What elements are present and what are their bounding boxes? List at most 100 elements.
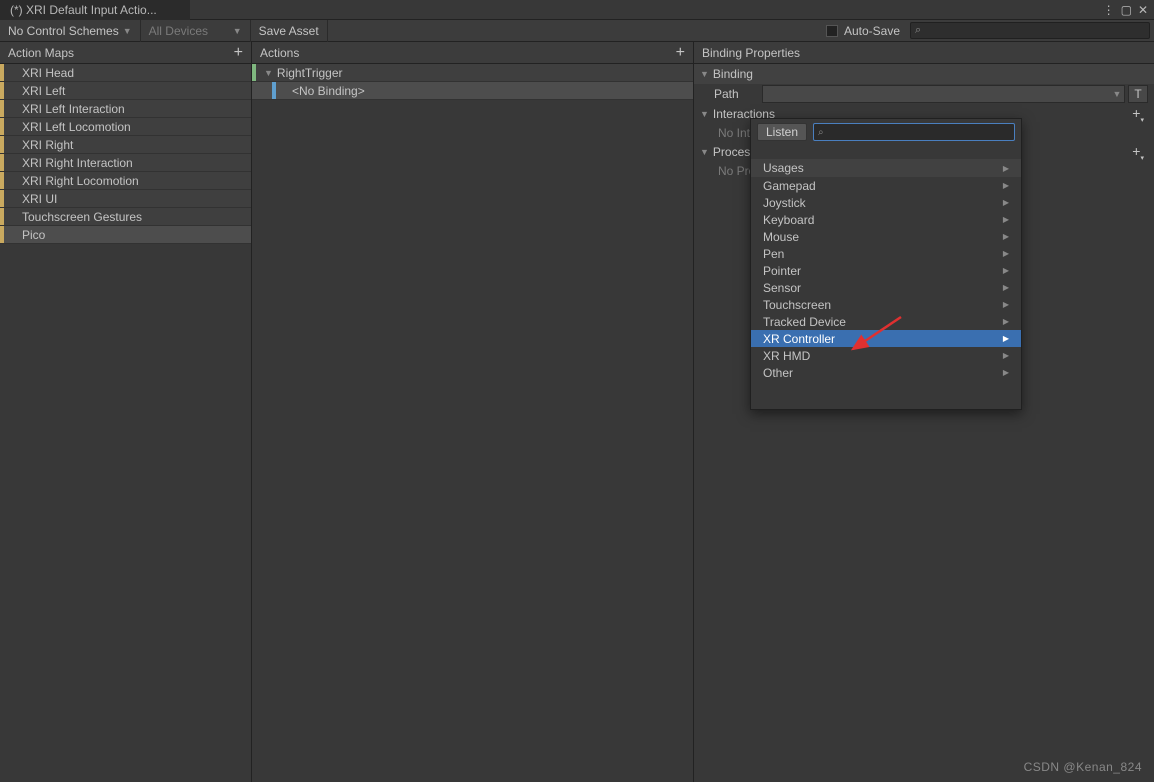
path-picker-dropdown: Listen ⌕ Usages ▶ Gamepad▶Joystick▶Keybo… xyxy=(750,118,1022,410)
save-asset-label: Save Asset xyxy=(259,24,319,38)
control-schemes-dropdown[interactable]: No Control Schemes ▼ xyxy=(0,20,141,42)
actions-header: Actions + xyxy=(252,42,693,64)
action-map-item[interactable]: XRI Left xyxy=(0,82,251,100)
dropdown-item-label: Pointer xyxy=(763,264,801,278)
watermark: CSDN @Kenan_824 xyxy=(1024,759,1142,774)
dropdown-item[interactable]: Joystick▶ xyxy=(751,194,1021,211)
devices-label: All Devices xyxy=(149,24,208,38)
devices-dropdown[interactable]: All Devices ▼ xyxy=(141,20,251,42)
close-icon[interactable]: ✕ xyxy=(1138,3,1148,17)
actions-list: ▼ RightTrigger <No Binding> xyxy=(252,64,693,782)
add-action-map-button[interactable]: + xyxy=(234,45,243,61)
chevron-down-icon: ▼ xyxy=(123,26,132,36)
action-map-label: XRI Right Interaction xyxy=(4,156,133,170)
dropdown-item-label: Gamepad xyxy=(763,179,816,193)
window-title: (*) XRI Default Input Actio... xyxy=(10,3,157,17)
dropdown-category-label: Usages xyxy=(763,161,804,175)
binding-item[interactable]: <No Binding> xyxy=(252,82,693,100)
chevron-right-icon: ▶ xyxy=(1003,283,1009,292)
listen-label: Listen xyxy=(766,125,798,139)
chevron-right-icon: ▶ xyxy=(1003,334,1009,343)
add-interaction-button[interactable]: +▾ xyxy=(1132,105,1148,124)
action-map-label: XRI Right Locomotion xyxy=(4,174,139,188)
action-map-item[interactable]: Pico xyxy=(0,226,251,244)
foldout-icon: ▼ xyxy=(700,69,709,79)
dropdown-item[interactable]: XR HMD▶ xyxy=(751,347,1021,364)
search-icon: ⌕ xyxy=(915,24,921,37)
action-maps-panel: Action Maps + XRI Head XRI Left XRI Left I… xyxy=(0,42,252,782)
add-action-button[interactable]: + xyxy=(676,45,685,61)
search-icon: ⌕ xyxy=(818,127,824,138)
add-processor-button[interactable]: +▾ xyxy=(1132,143,1148,162)
window-controls: ⋮ ▢ ✕ xyxy=(1103,3,1154,17)
action-map-label: XRI Right xyxy=(4,138,73,152)
path-dropdown[interactable]: ▼ xyxy=(762,85,1125,103)
dropdown-item[interactable]: Sensor ▶ xyxy=(751,279,1021,296)
auto-save-label: Auto-Save xyxy=(844,24,900,38)
dropdown-item[interactable]: Pointer▶ xyxy=(751,262,1021,279)
action-map-item[interactable]: XRI Right Interaction xyxy=(0,154,251,172)
actions-title: Actions xyxy=(260,46,299,60)
maximize-icon[interactable]: ▢ xyxy=(1121,3,1132,17)
path-row: Path ▼ T xyxy=(694,84,1154,104)
dropdown-item[interactable]: XR Controller▶ xyxy=(751,330,1021,347)
dropdown-item[interactable]: Touchscreen ▶ xyxy=(751,296,1021,313)
action-map-label: XRI UI xyxy=(4,192,57,206)
binding-properties-header: Binding Properties xyxy=(694,42,1154,64)
dropdown-item[interactable]: Other▶ xyxy=(751,364,1021,381)
menu-icon[interactable]: ⋮ xyxy=(1103,3,1115,17)
dropdown-item-label: Joystick xyxy=(763,196,806,210)
chevron-down-icon: ▼ xyxy=(233,26,242,36)
dropdown-item-label: Tracked Device xyxy=(763,315,846,329)
binding-properties-title: Binding Properties xyxy=(702,46,800,60)
action-color-bar xyxy=(252,64,256,81)
action-map-label: XRI Head xyxy=(4,66,74,80)
dropdown-search-row: Listen ⌕ xyxy=(751,119,1021,145)
action-maps-title: Action Maps xyxy=(8,46,74,60)
action-map-item[interactable]: XRI Head xyxy=(0,64,251,82)
dropdown-item-label: Touchscreen xyxy=(763,298,831,312)
dropdown-item[interactable]: Mouse ▶ xyxy=(751,228,1021,245)
t-button[interactable]: T xyxy=(1128,85,1148,103)
action-map-item[interactable]: XRI UI xyxy=(0,190,251,208)
checkbox-icon[interactable] xyxy=(826,25,838,37)
chevron-right-icon: ▶ xyxy=(1003,232,1009,241)
actions-panel: Actions + ▼ RightTrigger <No Binding> xyxy=(252,42,694,782)
dropdown-item[interactable]: Pen▶ xyxy=(751,245,1021,262)
action-map-item[interactable]: XRI Right Locomotion xyxy=(0,172,251,190)
dropdown-item[interactable]: Keyboard▶ xyxy=(751,211,1021,228)
path-label: Path xyxy=(714,87,762,101)
action-item[interactable]: ▼ RightTrigger xyxy=(252,64,693,82)
window-tab[interactable]: (*) XRI Default Input Actio... xyxy=(0,0,190,20)
dropdown-item-label: Other xyxy=(763,366,793,380)
control-schemes-label: No Control Schemes xyxy=(8,24,119,38)
chevron-right-icon: ▶ xyxy=(1003,300,1009,309)
dropdown-search-input[interactable] xyxy=(827,125,1010,139)
binding-section-header[interactable]: ▼ Binding xyxy=(694,64,1154,84)
chevron-right-icon: ▶ xyxy=(1003,351,1009,360)
action-map-item[interactable]: Touchscreen Gestures xyxy=(0,208,251,226)
save-asset-button[interactable]: Save Asset xyxy=(251,20,328,42)
foldout-icon: ▼ xyxy=(700,109,709,119)
action-map-item[interactable]: XRI Left Locomotion xyxy=(0,118,251,136)
chevron-right-icon: ▶ xyxy=(1003,317,1009,326)
action-map-item[interactable]: XRI Right xyxy=(0,136,251,154)
dropdown-item[interactable]: Gamepad▶ xyxy=(751,177,1021,194)
toolbar-search[interactable]: ⌕ xyxy=(910,22,1150,39)
t-button-label: T xyxy=(1134,87,1141,101)
binding-color-bar xyxy=(272,82,276,99)
dropdown-item[interactable]: Tracked Device ▶ xyxy=(751,313,1021,330)
action-map-label: XRI Left xyxy=(4,84,65,98)
action-map-item[interactable]: XRI Left Interaction xyxy=(0,100,251,118)
dropdown-category-usages[interactable]: Usages ▶ xyxy=(751,159,1021,177)
action-map-label: XRI Left Interaction xyxy=(4,102,125,116)
dropdown-item-label: Sensor xyxy=(763,281,801,295)
dropdown-search[interactable]: ⌕ xyxy=(813,123,1015,141)
foldout-icon[interactable]: ▼ xyxy=(264,68,273,78)
binding-section-label: Binding xyxy=(713,67,753,81)
dropdown-item-label: Mouse xyxy=(763,230,799,244)
auto-save-toggle[interactable]: Auto-Save xyxy=(816,24,910,38)
chevron-right-icon: ▶ xyxy=(1003,249,1009,258)
chevron-right-icon: ▶ xyxy=(1003,164,1009,173)
listen-button[interactable]: Listen xyxy=(757,123,807,141)
